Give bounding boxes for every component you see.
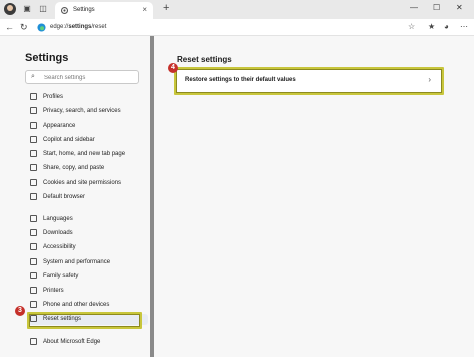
close-window-icon[interactable]: ✕ (456, 3, 463, 12)
search-input[interactable] (44, 73, 134, 82)
tab-actions-icon[interactable]: ◫ (38, 4, 48, 14)
profile-icon (30, 93, 37, 100)
reset-settings-highlight (27, 312, 142, 329)
sidebar-item-profiles[interactable]: Profiles (28, 92, 148, 103)
close-tab-icon[interactable]: × (142, 5, 147, 14)
new-tab-button[interactable]: + (163, 2, 169, 14)
home-icon (30, 150, 37, 157)
settings-page: Settings ⌕ Profiles Privacy, search, and… (0, 36, 474, 357)
sidebar-item-accessibility[interactable]: Accessibility (28, 242, 148, 253)
sidebar-item-share[interactable]: Share, copy, and paste (28, 163, 148, 174)
sidebar-item-appearance[interactable]: Appearance (28, 121, 148, 132)
sidebar-item-cookies[interactable]: Cookies and site permissions (28, 178, 148, 189)
main-content: Reset settings Restore settings to their… (168, 36, 470, 357)
url-field[interactable]: edge://settings/reset (33, 21, 421, 34)
sidebar-item-default-browser[interactable]: Default browser (28, 192, 148, 203)
tab-bar: ▣ ◫ Settings × + — ☐ ✕ (0, 0, 474, 19)
sidebar-title: Settings (25, 52, 69, 64)
sidebar-scrollbar[interactable] (150, 36, 154, 357)
share-icon (30, 164, 37, 171)
sidebar-item-phone[interactable]: Phone and other devices (28, 300, 148, 311)
gear-icon (60, 6, 69, 15)
edge-icon (30, 338, 37, 345)
search-icon: ⌕ (31, 73, 35, 80)
refresh-icon[interactable]: ↻ (20, 22, 28, 33)
sidebar-item-family[interactable]: Family safety (28, 271, 148, 282)
sidebar-icon (30, 136, 37, 143)
tab-settings[interactable]: Settings × (55, 2, 153, 19)
minimize-icon[interactable]: — (410, 3, 418, 12)
copilot-icon[interactable]: ◕ (444, 22, 449, 31)
more-icon[interactable]: ⋯ (460, 22, 468, 31)
lock-icon (30, 107, 37, 114)
sidebar-item-printers[interactable]: Printers (28, 286, 148, 297)
sidebar-item-start-home[interactable]: Start, home, and new tab page (28, 149, 148, 160)
sidebar-item-system[interactable]: System and performance (28, 257, 148, 268)
settings-sidebar: Settings ⌕ Profiles Privacy, search, and… (0, 36, 150, 357)
family-icon (30, 272, 37, 279)
sidebar-item-privacy[interactable]: Privacy, search, and services (28, 106, 148, 117)
favorites-icon[interactable]: ★ (428, 22, 435, 31)
printer-icon (30, 287, 37, 294)
phone-icon (30, 301, 37, 308)
system-icon (30, 258, 37, 265)
sidebar-item-about[interactable]: About Microsoft Edge (28, 337, 148, 348)
step-badge-4: 4 (168, 63, 178, 73)
maximize-icon[interactable]: ☐ (433, 3, 440, 12)
search-settings-box[interactable]: ⌕ (25, 70, 139, 84)
section-title: Reset settings (177, 55, 232, 64)
address-bar: ← ↻ edge://settings/reset ☆ ★ ◕ ⋯ (0, 19, 474, 36)
sidebar-item-languages[interactable]: Languages (28, 214, 148, 225)
favorite-star-icon[interactable]: ☆ (408, 22, 415, 31)
edge-logo-icon (37, 23, 46, 32)
sidebar-item-copilot[interactable]: Copilot and sidebar (28, 135, 148, 146)
languages-icon (30, 215, 37, 222)
download-icon (30, 229, 37, 236)
sidebar-item-downloads[interactable]: Downloads (28, 228, 148, 239)
url-text: edge://settings/reset (50, 24, 107, 30)
profile-avatar[interactable] (4, 3, 16, 15)
step-badge-3: 3 (15, 306, 25, 316)
browser-icon (30, 193, 37, 200)
workspaces-icon[interactable]: ▣ (22, 4, 32, 14)
restore-defaults-highlight (174, 67, 444, 95)
appearance-icon (30, 122, 37, 129)
back-icon[interactable]: ← (5, 22, 14, 32)
cookies-icon (30, 179, 37, 186)
accessibility-icon (30, 243, 37, 250)
tab-title: Settings (73, 7, 95, 13)
